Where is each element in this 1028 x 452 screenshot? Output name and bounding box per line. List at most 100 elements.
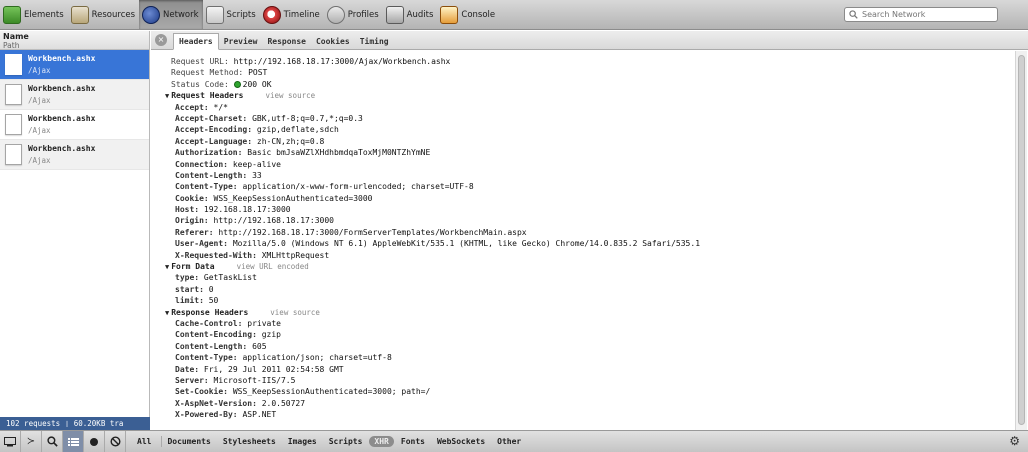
form-value: 0 <box>208 284 214 294</box>
response-headers-section[interactable]: ▼ Response Headers view source <box>151 307 1015 318</box>
tab-preview[interactable]: Preview <box>219 34 263 49</box>
view-source-link[interactable]: view source <box>270 308 320 317</box>
inspect-button[interactable] <box>42 431 63 452</box>
header-key: Connection: <box>175 159 228 169</box>
scrollbar-thumb[interactable] <box>1018 55 1025 425</box>
tab-audits[interactable]: Audits <box>383 0 438 29</box>
header-value: private <box>247 318 281 328</box>
header-row: Accept-Encoding: gzip,deflate,sdch <box>151 124 1015 135</box>
tab-scripts[interactable]: Scripts <box>203 0 260 29</box>
tab-label: Resources <box>91 9 136 20</box>
search-box <box>844 7 998 22</box>
header-row: Set-Cookie: WSS_KeepSessionAuthenticated… <box>151 386 1015 397</box>
header-key: Accept-Charset: <box>175 113 248 123</box>
header-value: 192.168.18.17:3000 <box>203 205 291 215</box>
network-icon <box>142 5 161 24</box>
tab-label: Console <box>461 9 496 20</box>
header-key: Origin: <box>175 216 209 226</box>
form-row: type: GetTaskList <box>151 272 1015 283</box>
form-key: limit: <box>175 296 204 306</box>
section-title: Request Headers <box>171 91 244 101</box>
tab-cookies[interactable]: Cookies <box>311 34 355 49</box>
search-input[interactable] <box>862 10 992 19</box>
disclosure-triangle-icon: ▼ <box>165 92 170 101</box>
clear-button[interactable] <box>105 431 126 452</box>
header-key: Request URL: <box>171 57 229 66</box>
request-path: /Ajax <box>28 65 51 75</box>
request-path: /Ajax <box>28 155 51 165</box>
tab-console[interactable]: Console <box>437 0 499 29</box>
tab-timing[interactable]: Timing <box>355 34 394 49</box>
header-key: X-Powered-By: <box>175 410 238 420</box>
record-button[interactable] <box>84 431 105 452</box>
column-path-header: Path <box>3 41 20 50</box>
request-list-header[interactable]: Name Path <box>0 31 149 50</box>
request-name: Workbench.ashx <box>28 53 96 63</box>
vertical-scrollbar[interactable] <box>1015 51 1027 430</box>
header-row: X-Powered-By: ASP.NET <box>151 409 1015 420</box>
filter-other[interactable]: Other <box>492 436 526 447</box>
view-url-encoded-link[interactable]: view URL encoded <box>237 262 309 271</box>
form-value: GetTaskList <box>203 273 257 283</box>
request-headers-section[interactable]: ▼ Request Headers view source <box>151 90 1015 101</box>
tab-network[interactable]: Network <box>139 0 203 29</box>
tab-profiles[interactable]: Profiles <box>324 0 383 29</box>
view-source-link[interactable]: view source <box>265 91 315 100</box>
header-key: Accept: <box>175 102 209 112</box>
tab-label: Audits <box>406 9 434 20</box>
header-key: Referer: <box>175 227 214 237</box>
header-key: X-Requested-With: <box>175 250 257 260</box>
column-name-header: Name <box>3 32 29 41</box>
tab-timeline[interactable]: Timeline <box>260 0 324 29</box>
filter-stylesheets[interactable]: Stylesheets <box>218 436 281 447</box>
tab-elements[interactable]: Elements <box>0 0 68 29</box>
tab-label: Scripts <box>226 9 256 20</box>
clear-icon <box>109 436 121 447</box>
header-value: http://192.168.18.17:3000/FormServerTemp… <box>218 227 527 237</box>
list-icon <box>67 437 79 446</box>
header-value: Fri, 29 Jul 2011 02:54:58 GMT <box>203 364 344 374</box>
dock-button[interactable] <box>0 431 21 452</box>
header-value: Microsoft-IIS/7.5 <box>213 375 296 385</box>
header-row: Date: Fri, 29 Jul 2011 02:54:58 GMT <box>151 364 1015 375</box>
request-row[interactable]: Workbench.ashx /Ajax <box>0 50 149 80</box>
request-row[interactable]: Workbench.ashx /Ajax <box>0 140 149 170</box>
record-icon <box>90 437 98 446</box>
dock-icon <box>4 436 16 446</box>
filter-documents[interactable]: Documents <box>161 436 215 447</box>
header-row: Cache-Control: private <box>151 318 1015 329</box>
header-row: Content-Length: 605 <box>151 341 1015 352</box>
header-key: Content-Length: <box>175 341 248 351</box>
document-icon <box>5 84 22 105</box>
header-value: 33 <box>252 170 262 180</box>
tab-resources[interactable]: Resources <box>68 0 139 29</box>
console-toggle-button[interactable]: ≻ <box>21 431 42 452</box>
filter-xhr[interactable]: XHR <box>369 436 394 447</box>
request-row[interactable]: Workbench.ashx /Ajax <box>0 110 149 140</box>
request-row[interactable]: Workbench.ashx /Ajax <box>0 80 149 110</box>
header-key: Content-Length: <box>175 170 248 180</box>
header-value: */* <box>213 102 228 112</box>
large-rows-button[interactable] <box>63 431 84 452</box>
header-row: Accept: */* <box>151 102 1015 113</box>
disclosure-triangle-icon: ▼ <box>165 308 170 317</box>
header-row: Content-Type: application/json; charset=… <box>151 352 1015 363</box>
filter-scripts[interactable]: Scripts <box>324 436 368 447</box>
header-value: 2.0.50727 <box>261 398 306 408</box>
filter-fonts[interactable]: Fonts <box>396 436 430 447</box>
document-icon <box>5 114 22 135</box>
header-row: Connection: keep-alive <box>151 159 1015 170</box>
header-key: Date: <box>175 364 200 374</box>
general-row: Status Code: 200 OK <box>151 79 1015 90</box>
form-data-section[interactable]: ▼ Form Data view URL encoded <box>151 261 1015 272</box>
filter-images[interactable]: Images <box>283 436 322 447</box>
tab-headers[interactable]: Headers <box>173 33 219 50</box>
filter-websockets[interactable]: WebSockets <box>432 436 490 447</box>
tab-response[interactable]: Response <box>262 34 311 49</box>
request-path: /Ajax <box>28 125 51 135</box>
header-value: XMLHttpRequest <box>261 250 330 260</box>
detail-tabbar: × Headers Preview Response Cookies Timin… <box>151 31 1028 50</box>
close-icon[interactable]: × <box>155 34 167 46</box>
filter-all[interactable]: All <box>132 436 156 447</box>
gear-icon[interactable]: ⚙ <box>1009 434 1020 448</box>
